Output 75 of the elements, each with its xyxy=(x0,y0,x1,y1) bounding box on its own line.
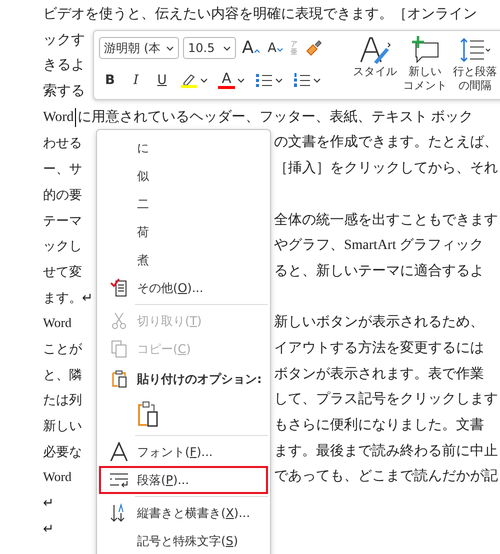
menu-item[interactable]: 段落(P)... xyxy=(99,466,268,494)
caret-icon xyxy=(275,78,283,82)
document-text: Word xyxy=(43,468,73,486)
document-text: と、隣 xyxy=(43,366,83,384)
font-color-button[interactable]: A xyxy=(215,72,248,88)
document-text: Word xyxy=(43,314,73,332)
document-text: ことが xyxy=(43,340,83,358)
line-spacing-icon xyxy=(458,35,492,65)
clipboard-icon xyxy=(137,401,159,427)
italic-button[interactable]: I xyxy=(125,72,147,88)
document-text: ↵ xyxy=(43,520,55,538)
format-painter-icon[interactable] xyxy=(304,38,324,58)
document-text: ます。最後まで読み終わる前に中止 xyxy=(274,442,498,461)
caret-icon xyxy=(313,78,321,82)
styles-button[interactable]: スタイル xyxy=(351,35,399,79)
clipboard-icon xyxy=(110,370,128,388)
document-text: ると、新しいテーマに適合するよ xyxy=(274,262,484,281)
caret-icon xyxy=(166,46,174,50)
document-text: 必要な xyxy=(43,442,83,461)
caret-up-icon xyxy=(254,49,260,53)
document-text: ます。↵ xyxy=(43,288,93,307)
menu-heading: 貼り付けのオプション: xyxy=(99,363,268,395)
document-text: であっても、どこまで読んだかが記 xyxy=(274,468,498,486)
document-text: ビデオを使うと、伝えたい内容を明確に表現できます。［オンライン xyxy=(43,5,477,24)
document-text: もさらに便利になりました。文書 xyxy=(274,416,484,435)
menu-item[interactable]: 荷 xyxy=(99,218,268,246)
menu-item[interactable]: 二 xyxy=(99,190,268,218)
document-text: ［挿入］をクリックしてから、それ xyxy=(274,160,498,178)
menu-item[interactable]: フォント(F)... xyxy=(99,438,268,466)
shrink-font-button[interactable]: A xyxy=(266,40,285,56)
document-text: 新しいボタンが表示されるため、 xyxy=(274,313,484,332)
menu-item[interactable]: 煮 xyxy=(99,246,268,274)
underline-button[interactable]: U xyxy=(151,72,173,88)
document-text: きるよ xyxy=(43,57,85,76)
styles-icon xyxy=(358,35,392,65)
document-text: 的の要 xyxy=(43,186,83,204)
document-text: たは列 xyxy=(43,391,83,410)
bold-button[interactable]: B xyxy=(99,72,121,88)
menu-item[interactable]: に xyxy=(99,134,268,162)
document-text: テーマ xyxy=(43,212,83,230)
menu-item[interactable]: 記号と特殊文字(S) xyxy=(99,527,268,554)
document-text: の文書を作成できます。たとえば、 xyxy=(274,133,498,152)
bullet-list-icon xyxy=(255,72,273,88)
document-text: わせる xyxy=(43,134,83,152)
document-text: せて変 xyxy=(43,262,83,281)
copy-icon xyxy=(110,340,128,358)
document-text: Word に用意されているヘッダー、フッター、表紙、テキスト ボック xyxy=(43,108,473,127)
document-text: ックす xyxy=(43,32,85,50)
menu-item[interactable]: 似 xyxy=(99,162,268,190)
checked-document-icon xyxy=(109,278,129,298)
scissors-icon xyxy=(110,312,128,330)
menu-item[interactable]: 縦書きと横書き(X)... xyxy=(99,499,268,527)
font-size-dropdown[interactable]: 10.5 xyxy=(183,37,236,59)
numbered-list-icon xyxy=(293,72,311,88)
new-comment-button[interactable]: 新しい コメント xyxy=(401,35,449,93)
document-text: ックし xyxy=(43,237,83,256)
document-text: して、プラス記号をクリックします xyxy=(274,390,498,410)
document-text: やグラフ、SmartArt グラフィック xyxy=(274,237,484,256)
menu-item[interactable]: その他(O)... xyxy=(99,274,268,302)
caret-icon xyxy=(200,78,208,82)
document-text: ー、サ xyxy=(43,160,83,178)
caret-icon xyxy=(223,46,231,50)
letter-a-icon xyxy=(109,442,129,462)
document-text: ボタンが表示されます。表で作業 xyxy=(274,366,484,384)
document-text: 新しい xyxy=(43,417,83,435)
document-text: 全体の統一感を出すこともできます xyxy=(274,212,498,230)
line-spacing-button[interactable]: 行と段落 の間隔 xyxy=(451,35,499,93)
paragraph-icon xyxy=(109,472,129,488)
grow-font-button[interactable]: A xyxy=(240,38,262,58)
document-text: 索する xyxy=(43,82,85,102)
document-text: イアウトする方法を変更するには xyxy=(274,339,484,358)
caret-icon xyxy=(237,78,245,82)
document-text: ↵ xyxy=(43,494,55,512)
font-name-dropdown[interactable]: 游明朝 (本 xyxy=(99,37,179,59)
caret-down-icon xyxy=(276,48,283,52)
